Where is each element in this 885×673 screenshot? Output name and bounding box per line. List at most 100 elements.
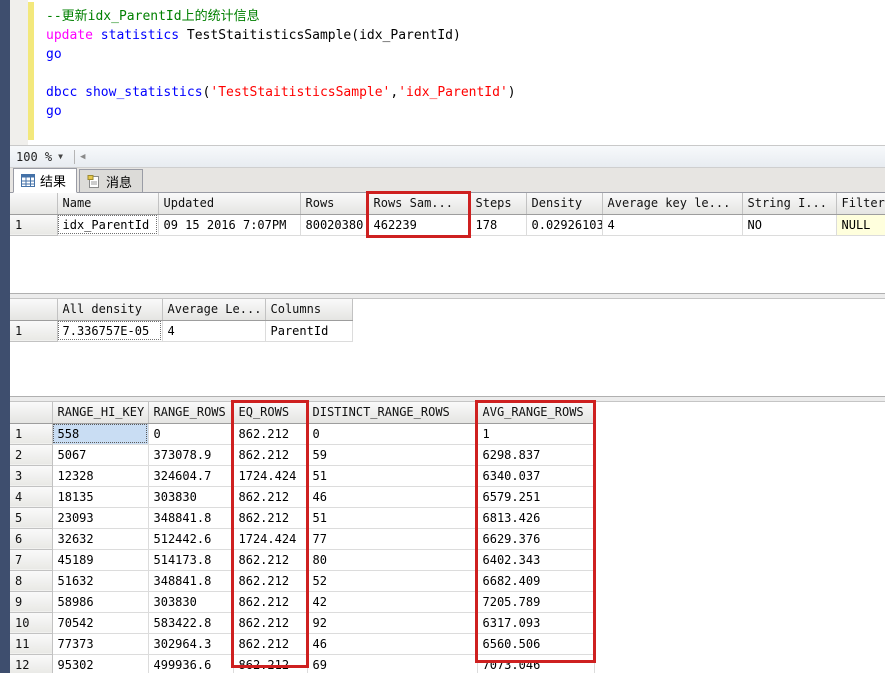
grid-cell[interactable]: 558 <box>52 423 148 444</box>
grid-cell[interactable]: 51632 <box>52 570 148 591</box>
grid-density-vector[interactable]: All densityAverage Le...Columns17.336757… <box>10 299 353 342</box>
column-header[interactable] <box>10 402 52 423</box>
row-number[interactable]: 10 <box>10 612 52 633</box>
grid-cell[interactable]: 6629.376 <box>477 528 594 549</box>
column-header[interactable]: Steps <box>470 193 526 214</box>
grid-cell[interactable]: 6579.251 <box>477 486 594 507</box>
grid-cell[interactable]: 69 <box>307 654 477 673</box>
row-number[interactable]: 7 <box>10 549 52 570</box>
column-header[interactable]: RANGE_HI_KEY <box>52 402 148 423</box>
grid-histogram[interactable]: RANGE_HI_KEYRANGE_ROWSEQ_ROWSDISTINCT_RA… <box>10 402 595 673</box>
grid-cell[interactable]: 1 <box>477 423 594 444</box>
column-header[interactable]: Rows <box>300 193 368 214</box>
grid-cell[interactable]: 862.212 <box>233 507 307 528</box>
grid-cell[interactable]: 52 <box>307 570 477 591</box>
grid-cell[interactable]: 18135 <box>52 486 148 507</box>
row-number[interactable]: 2 <box>10 444 52 465</box>
grid-cell[interactable]: 6402.343 <box>477 549 594 570</box>
row-number[interactable]: 5 <box>10 507 52 528</box>
grid-cell[interactable]: 862.212 <box>233 486 307 507</box>
grid-cell[interactable]: 303830 <box>148 486 233 507</box>
grid-cell[interactable]: 6317.093 <box>477 612 594 633</box>
grid-cell[interactable]: NO <box>742 214 836 235</box>
row-number[interactable]: 4 <box>10 486 52 507</box>
grid-cell[interactable]: 862.212 <box>233 570 307 591</box>
grid-cell[interactable]: 862.212 <box>233 612 307 633</box>
grid-cell[interactable]: 12328 <box>52 465 148 486</box>
grid-cell[interactable]: 7073.046 <box>477 654 594 673</box>
grid-cell[interactable]: 4 <box>162 320 265 341</box>
grid-cell[interactable]: 23093 <box>52 507 148 528</box>
scroll-left-arrow-icon[interactable]: ◀ <box>80 152 85 162</box>
grid-cell[interactable]: 80020380 <box>300 214 368 235</box>
grid-cell[interactable]: 302964.3 <box>148 633 233 654</box>
column-header[interactable]: EQ_ROWS <box>233 402 307 423</box>
tab-messages[interactable]: 消息 <box>79 169 143 192</box>
grid-cell[interactable]: 862.212 <box>233 654 307 673</box>
grid-cell[interactable]: 42 <box>307 591 477 612</box>
grid-cell[interactable]: 95302 <box>52 654 148 673</box>
row-number[interactable]: 12 <box>10 654 52 673</box>
column-header[interactable]: Columns <box>265 299 352 320</box>
column-header[interactable] <box>10 299 57 320</box>
column-header[interactable]: Updated <box>158 193 300 214</box>
grid-cell[interactable]: 462239 <box>368 214 470 235</box>
grid-cell[interactable]: 51 <box>307 507 477 528</box>
grid-cell[interactable]: 5067 <box>52 444 148 465</box>
row-number[interactable]: 8 <box>10 570 52 591</box>
grid-cell[interactable]: 373078.9 <box>148 444 233 465</box>
column-header[interactable]: RANGE_ROWS <box>148 402 233 423</box>
zoom-level-dropdown[interactable]: 100 % ▼ <box>10 146 69 167</box>
grid-cell[interactable]: 46 <box>307 633 477 654</box>
grid-cell[interactable]: 178 <box>470 214 526 235</box>
grid-cell[interactable]: 6298.837 <box>477 444 594 465</box>
column-header[interactable]: Density <box>526 193 602 214</box>
grid-cell[interactable]: 0.02926103 <box>526 214 602 235</box>
column-header[interactable]: String I... <box>742 193 836 214</box>
grid-cell[interactable]: 1724.424 <box>233 528 307 549</box>
column-header[interactable]: Average Le... <box>162 299 265 320</box>
grid-cell[interactable]: 324604.7 <box>148 465 233 486</box>
grid-cell[interactable]: 6340.037 <box>477 465 594 486</box>
grid-cell[interactable]: 77373 <box>52 633 148 654</box>
grid-cell[interactable]: 70542 <box>52 612 148 633</box>
grid-cell[interactable]: 45189 <box>52 549 148 570</box>
grid-cell[interactable]: 77 <box>307 528 477 549</box>
tab-results[interactable]: 结果 <box>13 168 77 193</box>
grid-cell[interactable]: 862.212 <box>233 591 307 612</box>
grid-cell[interactable]: 92 <box>307 612 477 633</box>
grid-cell[interactable]: 80 <box>307 549 477 570</box>
grid-cell[interactable]: 862.212 <box>233 423 307 444</box>
grid-cell[interactable]: 6560.506 <box>477 633 594 654</box>
grid-cell[interactable]: 862.212 <box>233 633 307 654</box>
grid-cell[interactable]: 514173.8 <box>148 549 233 570</box>
row-number[interactable]: 3 <box>10 465 52 486</box>
grid-cell[interactable]: 348841.8 <box>148 507 233 528</box>
row-number[interactable]: 1 <box>10 214 57 235</box>
grid-cell[interactable]: 09 15 2016 7:07PM <box>158 214 300 235</box>
column-header[interactable]: Filter <box>836 193 885 214</box>
grid-cell[interactable]: 348841.8 <box>148 570 233 591</box>
column-header[interactable]: Name <box>57 193 158 214</box>
grid-cell[interactable]: 862.212 <box>233 549 307 570</box>
grid-cell[interactable]: 6813.426 <box>477 507 594 528</box>
row-number[interactable]: 9 <box>10 591 52 612</box>
column-header[interactable] <box>10 193 57 214</box>
column-header[interactable]: All density <box>57 299 162 320</box>
column-header[interactable]: Average key le... <box>602 193 742 214</box>
grid-cell[interactable]: 862.212 <box>233 444 307 465</box>
grid-cell[interactable]: idx_ParentId <box>57 214 158 235</box>
sql-code[interactable]: --更新idx_ParentId上的统计信息update statistics … <box>46 7 885 121</box>
grid-cell[interactable]: 499936.6 <box>148 654 233 673</box>
grid-cell[interactable]: 4 <box>602 214 742 235</box>
grid-cell[interactable]: ParentId <box>265 320 352 341</box>
grid-cell[interactable]: 58986 <box>52 591 148 612</box>
row-number[interactable]: 1 <box>10 423 52 444</box>
grid-cell[interactable]: NULL <box>836 214 885 235</box>
grid-cell[interactable]: 0 <box>307 423 477 444</box>
column-header[interactable]: AVG_RANGE_ROWS <box>477 402 594 423</box>
row-number[interactable]: 6 <box>10 528 52 549</box>
grid-cell[interactable]: 7205.789 <box>477 591 594 612</box>
grid-cell[interactable]: 0 <box>148 423 233 444</box>
grid-statistics-header[interactable]: NameUpdatedRowsRows Sam...StepsDensityAv… <box>10 193 885 236</box>
